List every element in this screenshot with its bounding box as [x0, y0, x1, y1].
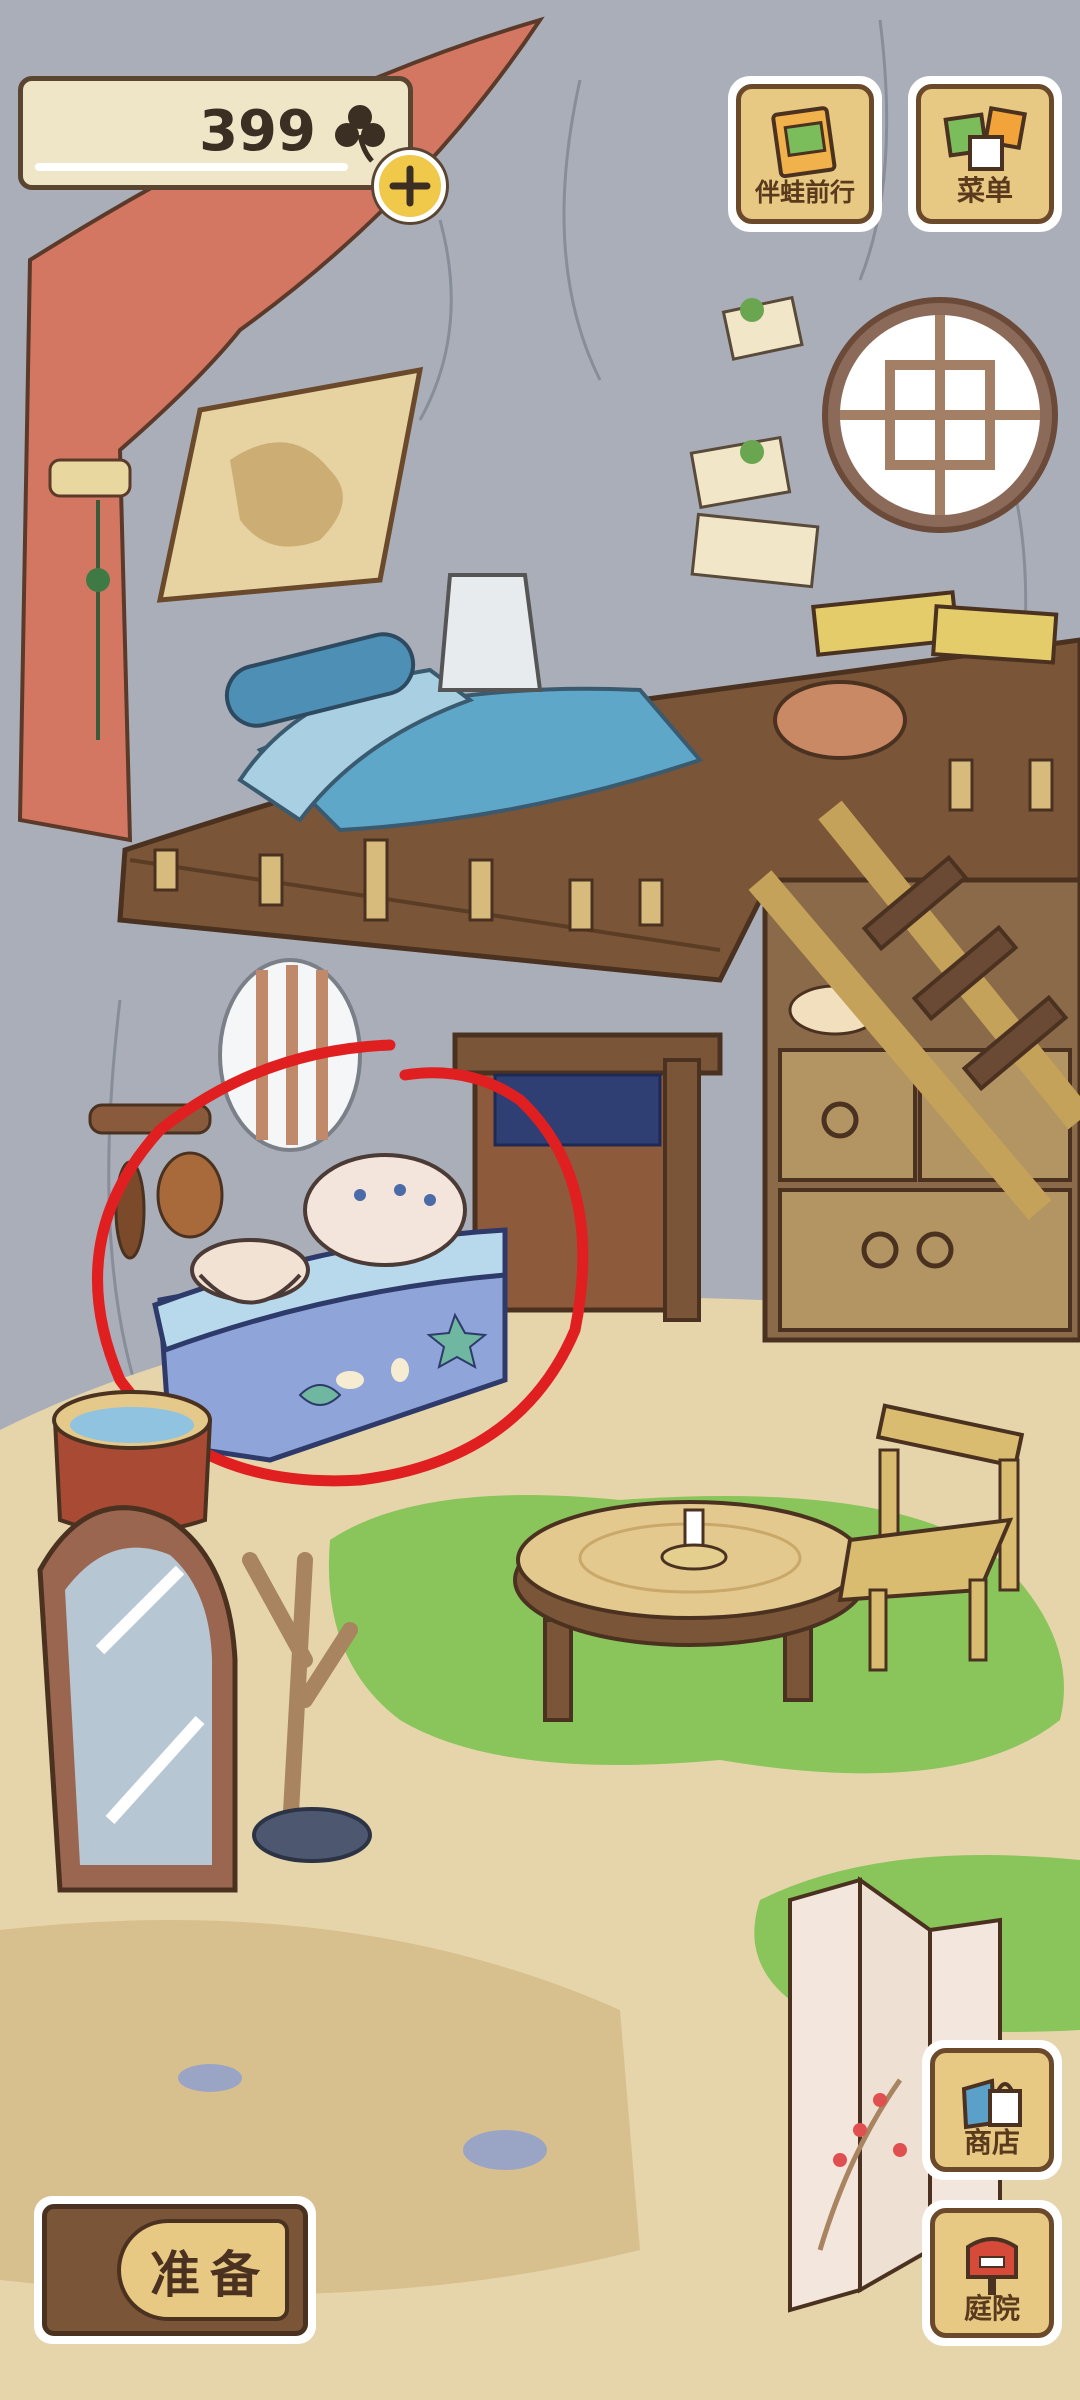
house-scene: [0, 0, 1080, 2400]
cushion: [773, 680, 907, 760]
vase: [437, 573, 543, 692]
menu-button[interactable]: 菜单: [908, 76, 1062, 232]
add-clover-button[interactable]: [374, 150, 446, 222]
yard-label: 庭院: [963, 2292, 1020, 2325]
clover-counter: 399: [18, 76, 413, 190]
travel-label: 伴蛙前行: [754, 178, 855, 207]
book-icon: [771, 106, 837, 179]
pot: [190, 1238, 310, 1305]
prepare-button[interactable]: 准备: [34, 2196, 316, 2344]
yard-button[interactable]: 庭院: [922, 2200, 1062, 2346]
menu-label: 菜单: [956, 174, 1013, 207]
standing-mirror: [37, 1505, 238, 1893]
shop-button[interactable]: 商店: [922, 2040, 1062, 2180]
prepare-label: 准备: [150, 2246, 270, 2304]
steamer-lid: [303, 1153, 467, 1267]
round-window: [822, 297, 1058, 533]
travel-with-frog-button[interactable]: 伴蛙前行: [728, 76, 882, 232]
curtain-tie: [48, 458, 132, 498]
clover-count: 399: [199, 99, 316, 164]
shop-label: 商店: [963, 2126, 1020, 2159]
plus-icon: [389, 165, 431, 207]
